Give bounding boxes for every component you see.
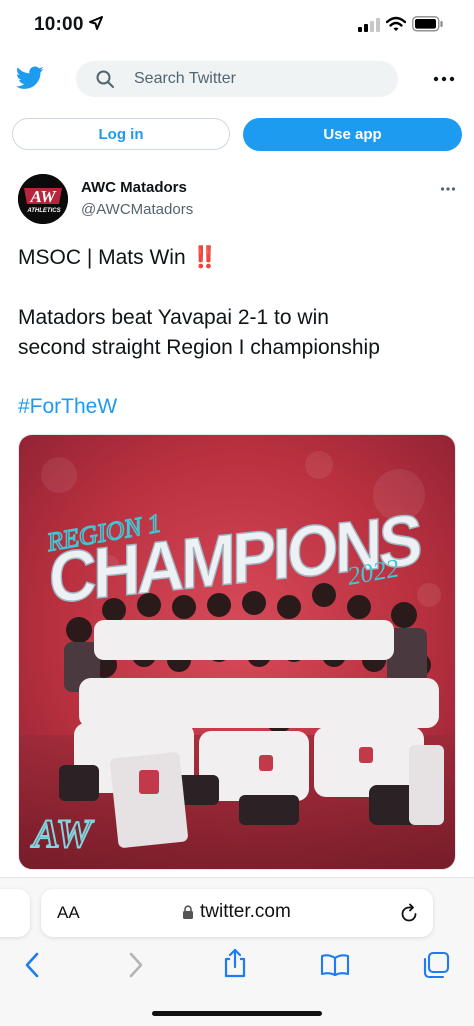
status-bar: 10:00 [0, 0, 474, 52]
reader-settings-button[interactable]: AA [57, 903, 80, 923]
aw-logo-text: AW [30, 811, 94, 856]
champions-poster: CHAMPIONS REGION 1 2022 AW [19, 435, 455, 869]
tweet-text-line-3: second straight Region I championship [18, 336, 380, 359]
location-arrow-icon [89, 16, 103, 30]
wifi-icon [386, 16, 406, 31]
share-icon[interactable] [222, 948, 248, 978]
author-name[interactable]: AWC Matadors [81, 179, 187, 196]
author-handle[interactable]: @AWCMatadors [81, 201, 193, 218]
avatar-sub-text: ATHLETICS [26, 208, 60, 214]
forward-icon[interactable] [128, 952, 144, 978]
search-icon [96, 70, 114, 88]
url-text[interactable]: twitter.com [200, 901, 291, 923]
hashtag-link[interactable]: #ForTheW [18, 392, 117, 422]
awc-athletics-logo-icon: AW ATHLETICS [18, 174, 68, 224]
search-input[interactable] [134, 61, 384, 97]
twitter-logo-icon[interactable] [16, 66, 44, 90]
twitter-header [0, 52, 474, 106]
avatar[interactable]: AW ATHLETICS [18, 174, 68, 224]
bookmarks-icon[interactable] [320, 954, 350, 976]
status-time: 10:00 [34, 14, 84, 35]
back-icon[interactable] [24, 952, 40, 978]
battery-icon [412, 16, 443, 32]
address-bar[interactable]: AA twitter.com [41, 889, 433, 937]
double-exclamation-emoji: ‼️ [191, 246, 217, 269]
more-options-icon[interactable] [432, 72, 456, 86]
tweet-text-line-2: Matadors beat Yavapai 2-1 to win [18, 306, 329, 329]
tweet-text-line-1: MSOC | Mats Win ‼️ [18, 243, 218, 273]
previous-tab-preview[interactable] [0, 889, 30, 937]
home-indicator [152, 1011, 322, 1016]
use-app-button[interactable]: Use app [243, 118, 462, 151]
login-button[interactable]: Log in [12, 118, 230, 150]
players-group [59, 583, 444, 848]
reload-icon[interactable] [399, 902, 419, 924]
cellular-signal-icon [358, 18, 380, 32]
tweet-more-icon[interactable] [440, 186, 456, 192]
safari-toolbar: AA twitter.com [0, 877, 474, 1026]
avatar-logo-text: AW [30, 187, 58, 206]
tweet-headline: MSOC | Mats Win [18, 246, 186, 269]
search-box[interactable] [76, 61, 398, 97]
tabs-icon[interactable] [422, 951, 450, 979]
lock-icon [183, 905, 193, 919]
tweet-media-image[interactable]: CHAMPIONS REGION 1 2022 AW [18, 434, 456, 870]
text-size-label: AA [57, 903, 80, 922]
